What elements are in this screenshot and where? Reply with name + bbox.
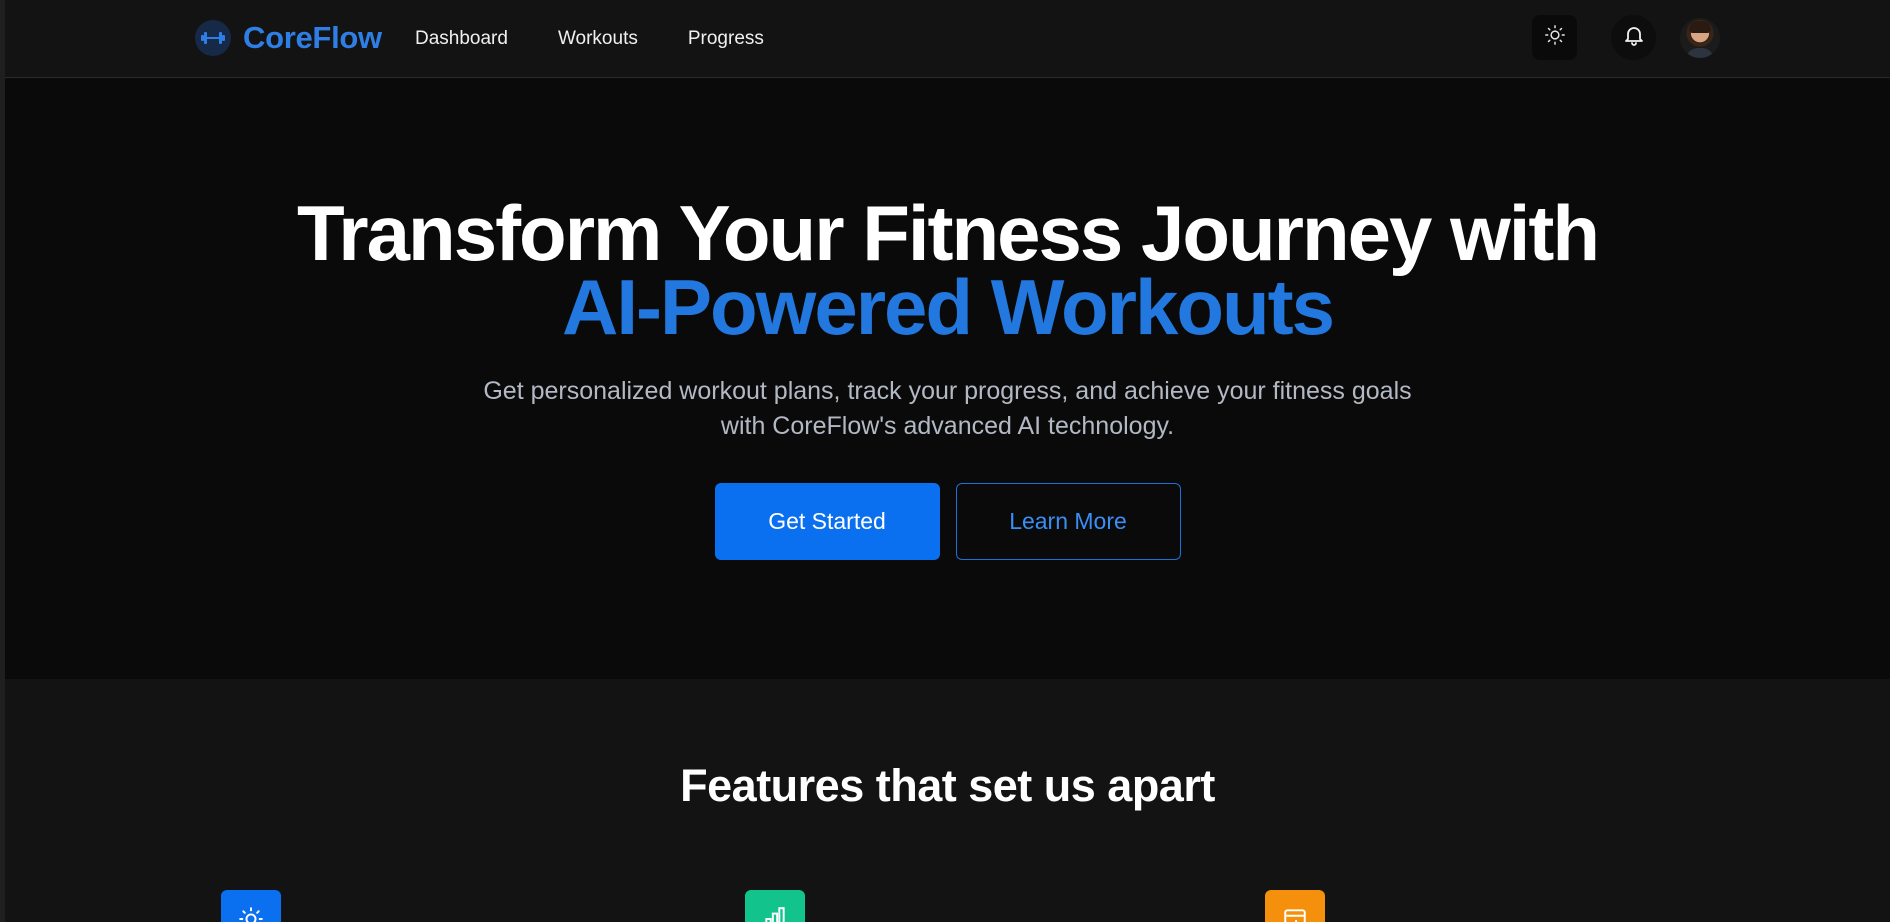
nav-progress[interactable]: Progress	[688, 24, 764, 54]
notifications-button[interactable]	[1611, 15, 1656, 60]
hero-section: Transform Your Fitness Journey with AI-P…	[5, 79, 1890, 679]
brand[interactable]: CoreFlow	[195, 18, 382, 58]
hero-title-highlight: AI-Powered Workouts	[562, 263, 1335, 351]
hero-title: Transform Your Fitness Journey with AI-P…	[5, 194, 1890, 351]
dumbbell-icon	[195, 20, 231, 56]
feature-card-3-icon	[1265, 890, 1325, 922]
main-nav: Dashboard Workouts Progress	[415, 24, 814, 54]
hero-cta-group: Get Started Learn More	[5, 483, 1890, 560]
learn-more-button[interactable]: Learn More	[955, 483, 1181, 560]
header-actions	[1532, 15, 1720, 60]
feature-card-2-icon	[745, 890, 805, 922]
top-navbar: CoreFlow Dashboard Workouts Progress	[5, 0, 1890, 78]
theme-toggle-button[interactable]	[1532, 15, 1577, 60]
brand-name: CoreFlow	[243, 20, 382, 55]
feature-card-1-icon	[221, 890, 281, 922]
features-section: Features that set us apart	[5, 679, 1890, 922]
user-avatar[interactable]	[1680, 17, 1720, 58]
sun-icon	[1544, 24, 1566, 51]
nav-workouts[interactable]: Workouts	[558, 24, 638, 54]
nav-dashboard[interactable]: Dashboard	[415, 24, 508, 54]
sun-icon	[238, 906, 264, 922]
hero-subtitle: Get personalized workout plans, track yo…	[483, 377, 1412, 440]
features-title: Features that set us apart	[680, 760, 1215, 811]
calendar-add-icon	[1282, 906, 1308, 922]
bell-icon	[1622, 23, 1646, 52]
bar-chart-icon	[762, 906, 788, 922]
get-started-button[interactable]: Get Started	[714, 483, 940, 560]
app-frame: CoreFlow Dashboard Workouts Progress Tra…	[0, 0, 1890, 922]
